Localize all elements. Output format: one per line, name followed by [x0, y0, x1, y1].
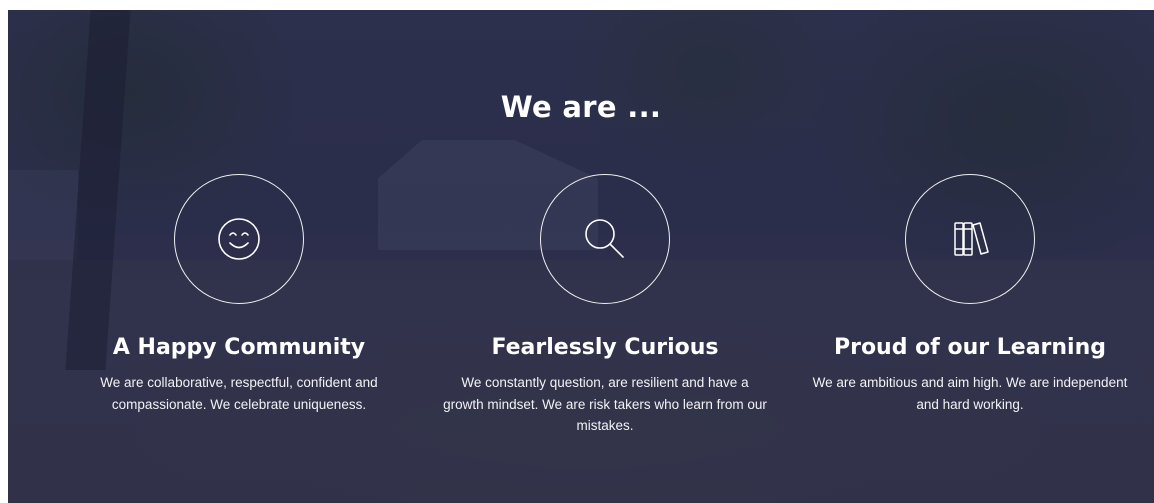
value-card-happy-community: A Happy Community We are collaborative, … [54, 174, 424, 415]
icon-circle [540, 174, 670, 304]
value-card-fearlessly-curious: Fearlessly Curious We constantly questio… [420, 174, 790, 437]
magnifying-glass-icon [585, 219, 624, 258]
value-description: We are collaborative, respectful, confid… [100, 375, 378, 412]
values-content: We are ... A Happy Community We are coll… [8, 10, 1154, 503]
value-description: We are ambitious and aim high. We are in… [812, 375, 1128, 412]
value-description: We constantly question, are resilient an… [443, 375, 767, 433]
books-icon [954, 222, 989, 256]
value-title: Proud of our Learning [833, 335, 1107, 360]
section-heading: We are ... [500, 90, 662, 124]
value-card-proud-of-learning: Proud of our Learning We are ambitious a… [785, 174, 1154, 415]
value-title: A Happy Community [112, 335, 366, 360]
value-title: Fearlessly Curious [491, 335, 719, 360]
values-section: We are ... A Happy Community We are coll… [8, 10, 1154, 503]
smiley-face-icon [218, 218, 260, 260]
icon-circle [174, 174, 304, 304]
icon-circle [905, 174, 1035, 304]
